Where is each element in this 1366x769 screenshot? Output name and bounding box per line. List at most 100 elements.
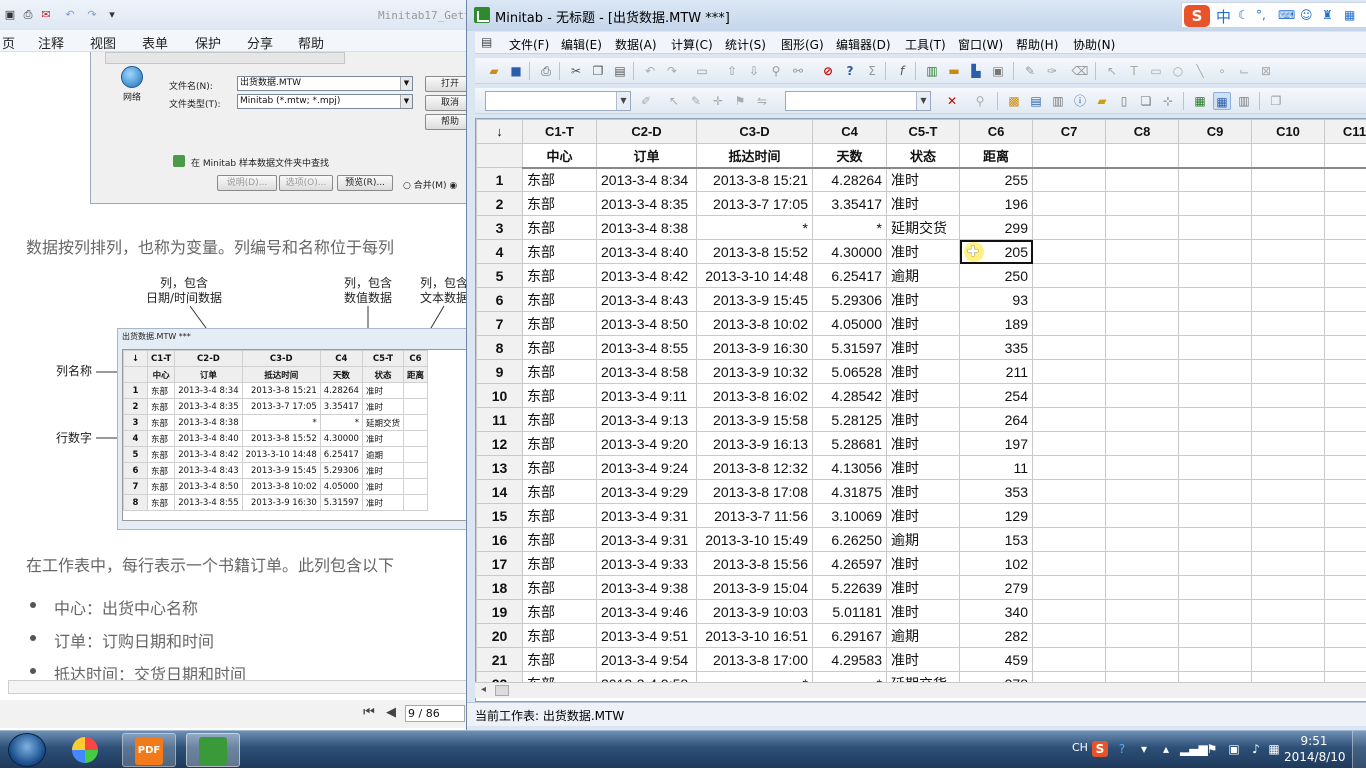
flag-icon[interactable]: ⚑ [731,92,749,110]
data-cell[interactable] [1252,240,1325,264]
data-cell[interactable] [1179,504,1252,528]
menu-window[interactable]: 窗口(W) [958,36,1003,53]
data-cell[interactable] [1325,360,1366,384]
data-cell[interactable]: 2013-3-4 8:34 [597,168,697,192]
data-cell[interactable]: 11 [960,456,1033,480]
data-cell[interactable]: 5.06528 [813,360,887,384]
note-icon[interactable]: ▰ [1093,92,1111,110]
brush-tool-icon[interactable]: ✐ [637,92,655,110]
worksheet-horizontal-scrollbar[interactable]: ◂ [475,682,1366,698]
data-cell[interactable] [1179,456,1252,480]
data-cell[interactable] [1033,168,1106,192]
menu-calc[interactable]: 计算(C) [671,36,713,53]
graph-icon[interactable]: ▙ [967,62,985,80]
data-cell[interactable] [1106,408,1179,432]
data-cell[interactable]: 2013-3-4 8:55 [597,336,697,360]
pencil-icon[interactable]: ✎ [687,92,705,110]
column-name-cell[interactable] [1106,144,1179,168]
menu-stat[interactable]: 统计(S) [725,36,766,53]
data-cell[interactable] [1252,216,1325,240]
brush-icon[interactable]: ✎ [1021,62,1039,80]
data-cell[interactable]: 东部 [523,360,597,384]
data-cell[interactable] [1179,216,1252,240]
data-cell[interactable] [1106,600,1179,624]
menu-data[interactable]: 数据(A) [615,36,657,53]
eraser-icon[interactable]: ⌫ [1071,62,1089,80]
data-cell[interactable]: 2013-3-4 9:13 [597,408,697,432]
sogou-ime-icon[interactable]: S [1184,5,1210,27]
data-cell[interactable] [1179,552,1252,576]
data-cell[interactable] [1252,192,1325,216]
data-cell[interactable]: 4.26597 [813,552,887,576]
data-cell[interactable]: 东部 [523,336,597,360]
data-cell[interactable]: 东部 [523,192,597,216]
menu-editor[interactable]: 编辑器(D) [836,36,891,53]
data-cell[interactable]: 准时 [887,648,960,672]
row-number-cell[interactable]: 8 [477,336,523,360]
data-cell[interactable] [1106,288,1179,312]
data-cell[interactable]: 2013-3-4 8:42 [597,264,697,288]
cancel-icon[interactable]: ⊘ [819,62,837,80]
data-cell[interactable] [1033,504,1106,528]
data-cell[interactable] [1106,576,1179,600]
data-cell[interactable]: 准时 [887,240,960,264]
data-cell[interactable] [1106,312,1179,336]
data-cell[interactable] [1325,408,1366,432]
data-cell[interactable] [1179,240,1252,264]
data-cell[interactable] [1325,480,1366,504]
insert-rows-icon[interactable]: ▤ [1027,92,1045,110]
worksheet-corner-cell[interactable]: ↓ [477,120,523,144]
data-cell[interactable]: 2013-3-4 9:11 [597,384,697,408]
data-cell[interactable]: 4.29583 [813,648,887,672]
data-cell[interactable]: 2013-3-9 10:32 [697,360,813,384]
data-cell[interactable]: 2013-3-8 15:52 [697,240,813,264]
undo-icon[interactable]: ↶ [641,62,659,80]
data-cell[interactable] [1033,480,1106,504]
data-cell[interactable]: 5.01181 [813,600,887,624]
data-cell[interactable]: 299 [960,216,1033,240]
data-cell[interactable]: 2013-3-9 15:58 [697,408,813,432]
data-cell[interactable] [1106,528,1179,552]
show-hidden-icons[interactable]: ▴ [1158,741,1174,757]
column-name-cell[interactable]: 天数 [813,144,887,168]
data-cell[interactable] [1179,336,1252,360]
data-cell[interactable] [1106,264,1179,288]
data-cell[interactable]: 254 [960,384,1033,408]
row-number-cell[interactable]: 15 [477,504,523,528]
data-cell[interactable] [1106,168,1179,192]
data-cell[interactable]: 2013-3-7 11:56 [697,504,813,528]
punctuation-icon[interactable]: °, [1256,8,1266,22]
data-cell[interactable] [1033,528,1106,552]
scroll-left-icon[interactable]: ◂ [481,684,486,695]
data-cell[interactable]: 东部 [523,600,597,624]
data-cell[interactable] [1179,576,1252,600]
sum-icon[interactable]: Σ [863,62,881,80]
row-number-cell[interactable]: 3 [477,216,523,240]
data-cell[interactable] [1033,240,1106,264]
taskbar-app-explorer[interactable] [58,733,112,767]
data-cell[interactable]: 197 [960,432,1033,456]
column-header[interactable]: C8 [1106,120,1179,144]
rectangle-icon[interactable]: ▭ [1147,62,1165,80]
row-number-cell[interactable]: 21 [477,648,523,672]
new-sheet-icon[interactable]: ❏ [1137,92,1155,110]
data-cell[interactable]: 340 [960,600,1033,624]
show-desktop-button[interactable] [1352,731,1366,769]
data-cell[interactable]: 延期交货 [887,216,960,240]
data-cell[interactable]: 东部 [523,312,597,336]
menu-assistant[interactable]: 协助(N) [1073,36,1115,53]
data-cell[interactable] [1033,408,1106,432]
data-cell[interactable]: 6.29167 [813,624,887,648]
data-cell[interactable]: 东部 [523,552,597,576]
copy-icon[interactable]: ❐ [589,62,607,80]
data-cell[interactable] [1106,504,1179,528]
data-cell[interactable]: 2013-3-4 9:46 [597,600,697,624]
data-window-icon[interactable]: ▦ [1191,92,1209,110]
data-cell[interactable] [1252,480,1325,504]
data-cell[interactable]: 东部 [523,408,597,432]
column-name-cell[interactable]: 中心 [523,144,597,168]
window-menu-icon[interactable]: ▤ [481,35,492,49]
data-cell[interactable] [1033,360,1106,384]
data-cell[interactable]: 东部 [523,480,597,504]
data-cell[interactable] [1179,288,1252,312]
